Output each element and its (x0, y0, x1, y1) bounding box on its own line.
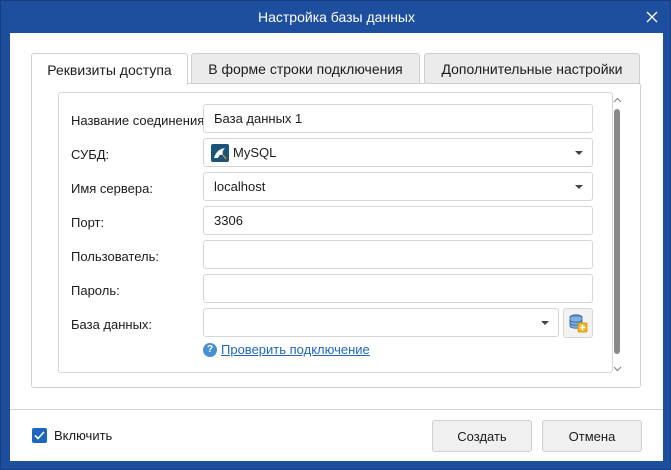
connection-name-label: Название соединения: (71, 113, 208, 128)
connection-name-field[interactable] (203, 104, 593, 133)
close-button[interactable] (632, 1, 671, 33)
scroll-up-button[interactable] (611, 94, 623, 106)
chevron-down-icon (575, 151, 583, 155)
add-database-button[interactable] (563, 308, 593, 338)
chevron-down-icon (541, 321, 549, 325)
tab-connection-string[interactable]: В форме строки подключения (191, 53, 420, 84)
dialog-content: Реквизиты доступа В форме строки подключ… (10, 33, 663, 461)
database-add-icon (569, 314, 588, 333)
server-value: localhost (214, 179, 266, 194)
vertical-scrollbar[interactable] (611, 92, 623, 373)
server-select[interactable]: localhost (203, 172, 593, 201)
dbms-value: MySQL (233, 145, 277, 160)
tab-label: Дополнительные настройки (441, 61, 623, 77)
create-button[interactable]: Создать (432, 420, 532, 452)
tab-access-credentials[interactable]: Реквизиты доступа (31, 53, 188, 85)
chevron-up-icon (613, 97, 621, 103)
password-input[interactable] (214, 281, 592, 296)
chevron-down-icon (613, 366, 621, 372)
check-connection-text: Проверить подключение (221, 342, 370, 357)
mysql-icon (211, 143, 229, 162)
user-input[interactable] (214, 247, 592, 262)
password-field[interactable] (203, 274, 593, 303)
tab-additional-settings[interactable]: Дополнительные настройки (424, 53, 640, 84)
dbms-label: СУБД: (71, 147, 110, 162)
chevron-down-icon (575, 185, 583, 189)
scroll-down-button[interactable] (611, 363, 623, 375)
user-label: Пользователь: (71, 249, 159, 264)
footer-divider (10, 409, 663, 410)
database-label: База данных: (71, 317, 153, 332)
database-select[interactable] (203, 308, 559, 337)
cancel-button[interactable]: Отмена (542, 420, 642, 452)
scrollbar-thumb[interactable] (614, 109, 620, 354)
checkbox-checked-icon (32, 428, 47, 443)
port-field[interactable] (203, 206, 593, 235)
check-connection-link[interactable]: ? Проверить подключение (203, 342, 370, 357)
help-icon: ? (203, 342, 217, 357)
tab-label: В форме строки подключения (208, 61, 403, 77)
port-input[interactable] (214, 213, 592, 228)
window-title: Настройка базы данных (258, 9, 415, 25)
connection-name-input[interactable] (214, 111, 592, 126)
server-label: Имя сервера: (71, 181, 153, 196)
dbms-select[interactable]: MySQL (203, 138, 593, 167)
enable-checkbox[interactable]: Включить (32, 428, 112, 443)
port-label: Порт: (71, 215, 105, 230)
close-icon (646, 11, 658, 23)
enable-label: Включить (54, 428, 113, 443)
dialog-window: Настройка базы данных Реквизиты доступа … (0, 0, 671, 470)
tab-label: Реквизиты доступа (47, 61, 172, 78)
title-bar: Настройка базы данных (1, 1, 671, 33)
user-field[interactable] (203, 240, 593, 269)
password-label: Пароль: (71, 283, 120, 298)
